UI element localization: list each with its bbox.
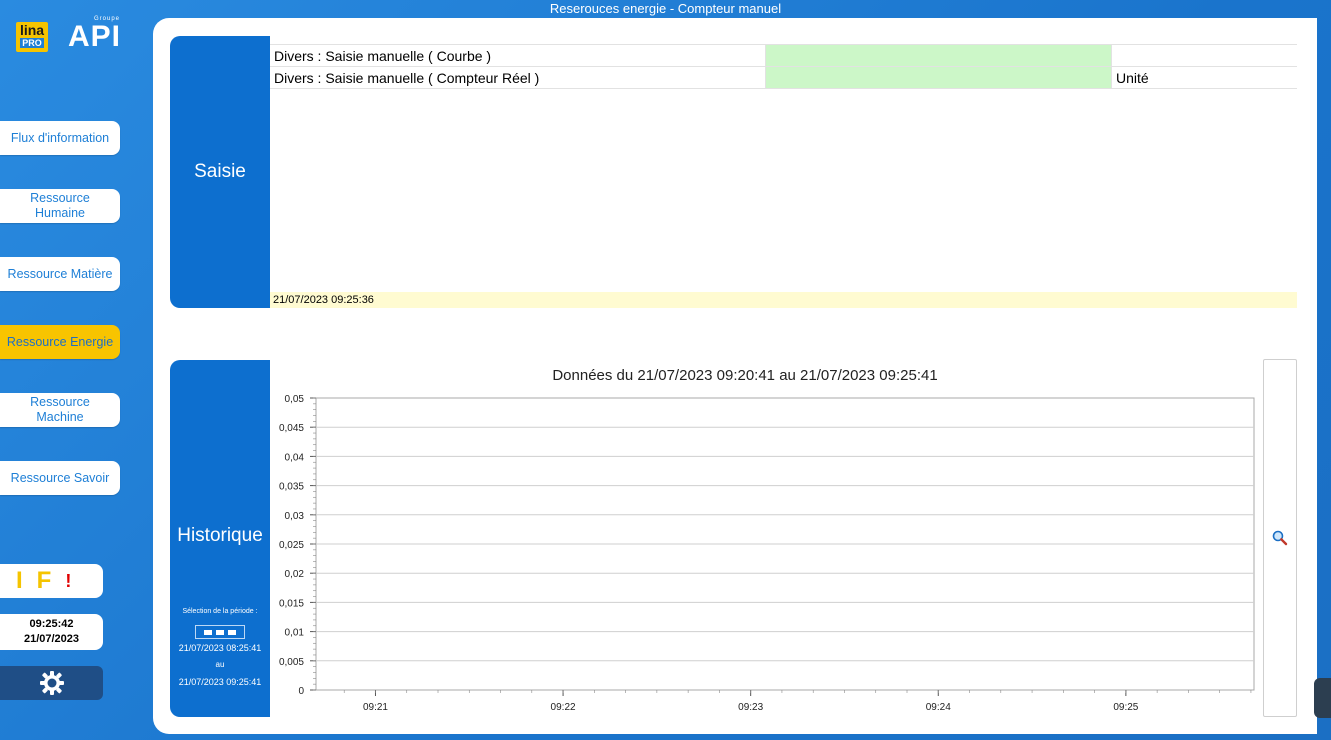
nav-label: Ressource Energie	[6, 334, 114, 349]
lina-pro-logo: lina PRO	[16, 22, 48, 52]
y-tick-label: 0,05	[285, 394, 305, 405]
nav-label: Flux d'information	[10, 130, 110, 145]
settings-button[interactable]	[0, 666, 103, 700]
table-row: Divers : Saisie manuelle ( Compteur Réel…	[270, 66, 1297, 89]
row-unit	[1111, 44, 1297, 67]
y-tick-label: 0,03	[285, 511, 305, 522]
y-tick-label: 0,04	[285, 452, 305, 463]
clock-date: 21/07/2023	[23, 633, 80, 645]
dot-icon	[216, 629, 224, 635]
saisie-panel: Saisie	[170, 36, 270, 308]
y-tick-label: 0,035	[279, 482, 304, 493]
historique-title: Historique	[177, 525, 263, 546]
logo-lina-text: lina	[19, 22, 45, 38]
period-au: au	[215, 660, 225, 669]
edge-tab[interactable]	[1314, 678, 1331, 718]
y-tick-label: 0,045	[279, 423, 304, 434]
period-to: 21/07/2023 09:25:41	[178, 677, 262, 687]
x-tick-label: 09:22	[551, 702, 576, 713]
warning-icon[interactable]: !	[65, 571, 71, 592]
x-tick-label: 09:21	[363, 702, 388, 713]
window-title: Reserouces energie - Compteur manuel	[549, 1, 782, 16]
zoom-button[interactable]	[1263, 359, 1297, 717]
nav-label: Ressource Matière	[7, 266, 113, 281]
indicator-i[interactable]: I	[16, 567, 23, 595]
y-tick-label: 0,015	[279, 598, 304, 609]
row-label: Divers : Saisie manuelle ( Courbe )	[270, 44, 766, 67]
nav-ressource-humaine[interactable]: Ressource Humaine	[0, 189, 120, 223]
saisie-table: Divers : Saisie manuelle ( Courbe ) Dive…	[270, 44, 1297, 89]
nav-flux-information[interactable]: Flux d'information	[0, 121, 120, 155]
period-from: 21/07/2023 08:25:41	[178, 643, 262, 653]
dot-icon	[204, 629, 212, 635]
status-indicators: I F !	[0, 564, 103, 598]
nav-ressource-savoir[interactable]: Ressource Savoir	[0, 461, 120, 495]
clock-time: 09:25:42	[29, 618, 74, 630]
nav-label: Ressource Machine	[30, 395, 90, 424]
y-tick-label: 0,005	[279, 657, 304, 668]
x-tick-label: 09:25	[1113, 702, 1138, 713]
nav-ressource-energie[interactable]: Ressource Energie	[0, 325, 120, 359]
period-selector-button[interactable]	[195, 625, 245, 639]
logo-pro-text: PRO	[20, 38, 44, 48]
row-label: Divers : Saisie manuelle ( Compteur Réel…	[270, 66, 766, 89]
clock: 09:25:42 21/07/2023	[0, 614, 103, 650]
lina-api-logo: lina PRO Groupe API	[16, 16, 126, 56]
saisie-timestamp: 21/07/2023 09:25:36	[270, 292, 1297, 308]
history-chart: Données du 21/07/2023 09:20:41 au 21/07/…	[270, 360, 1260, 720]
y-tick-label: 0,02	[285, 569, 305, 580]
indicator-f[interactable]: F	[37, 567, 52, 595]
period-selection-label: Sélection de la période :	[182, 608, 258, 615]
dot-icon	[228, 629, 236, 635]
historique-panel: Historique Sélection de la période : 21/…	[170, 360, 270, 717]
nav-label: Ressource Savoir	[10, 470, 110, 485]
magnifier-icon	[1272, 530, 1288, 546]
y-tick-label: 0	[298, 686, 304, 697]
y-tick-label: 0,01	[285, 628, 305, 639]
row-unit: Unité	[1111, 66, 1297, 89]
nav-ressource-matiere[interactable]: Ressource Matière	[0, 257, 120, 291]
nav-ressource-machine[interactable]: Ressource Machine	[0, 393, 120, 427]
y-tick-label: 0,025	[279, 540, 304, 551]
courbe-value-input[interactable]	[765, 44, 1112, 67]
compteur-value-input[interactable]	[765, 66, 1112, 89]
nav-label: Ressource Humaine	[30, 191, 90, 220]
table-row: Divers : Saisie manuelle ( Courbe )	[270, 44, 1297, 67]
chart-title: Données du 21/07/2023 09:20:41 au 21/07/…	[552, 367, 937, 384]
chart-svg: Données du 21/07/2023 09:20:41 au 21/07/…	[279, 367, 1255, 713]
main-panel: Saisie Divers : Saisie manuelle ( Courbe…	[153, 18, 1317, 734]
logo-api-text: API	[68, 20, 122, 53]
x-tick-label: 09:24	[926, 702, 951, 713]
saisie-title: Saisie	[194, 161, 246, 182]
gear-icon	[39, 671, 64, 695]
x-tick-label: 09:23	[738, 702, 763, 713]
